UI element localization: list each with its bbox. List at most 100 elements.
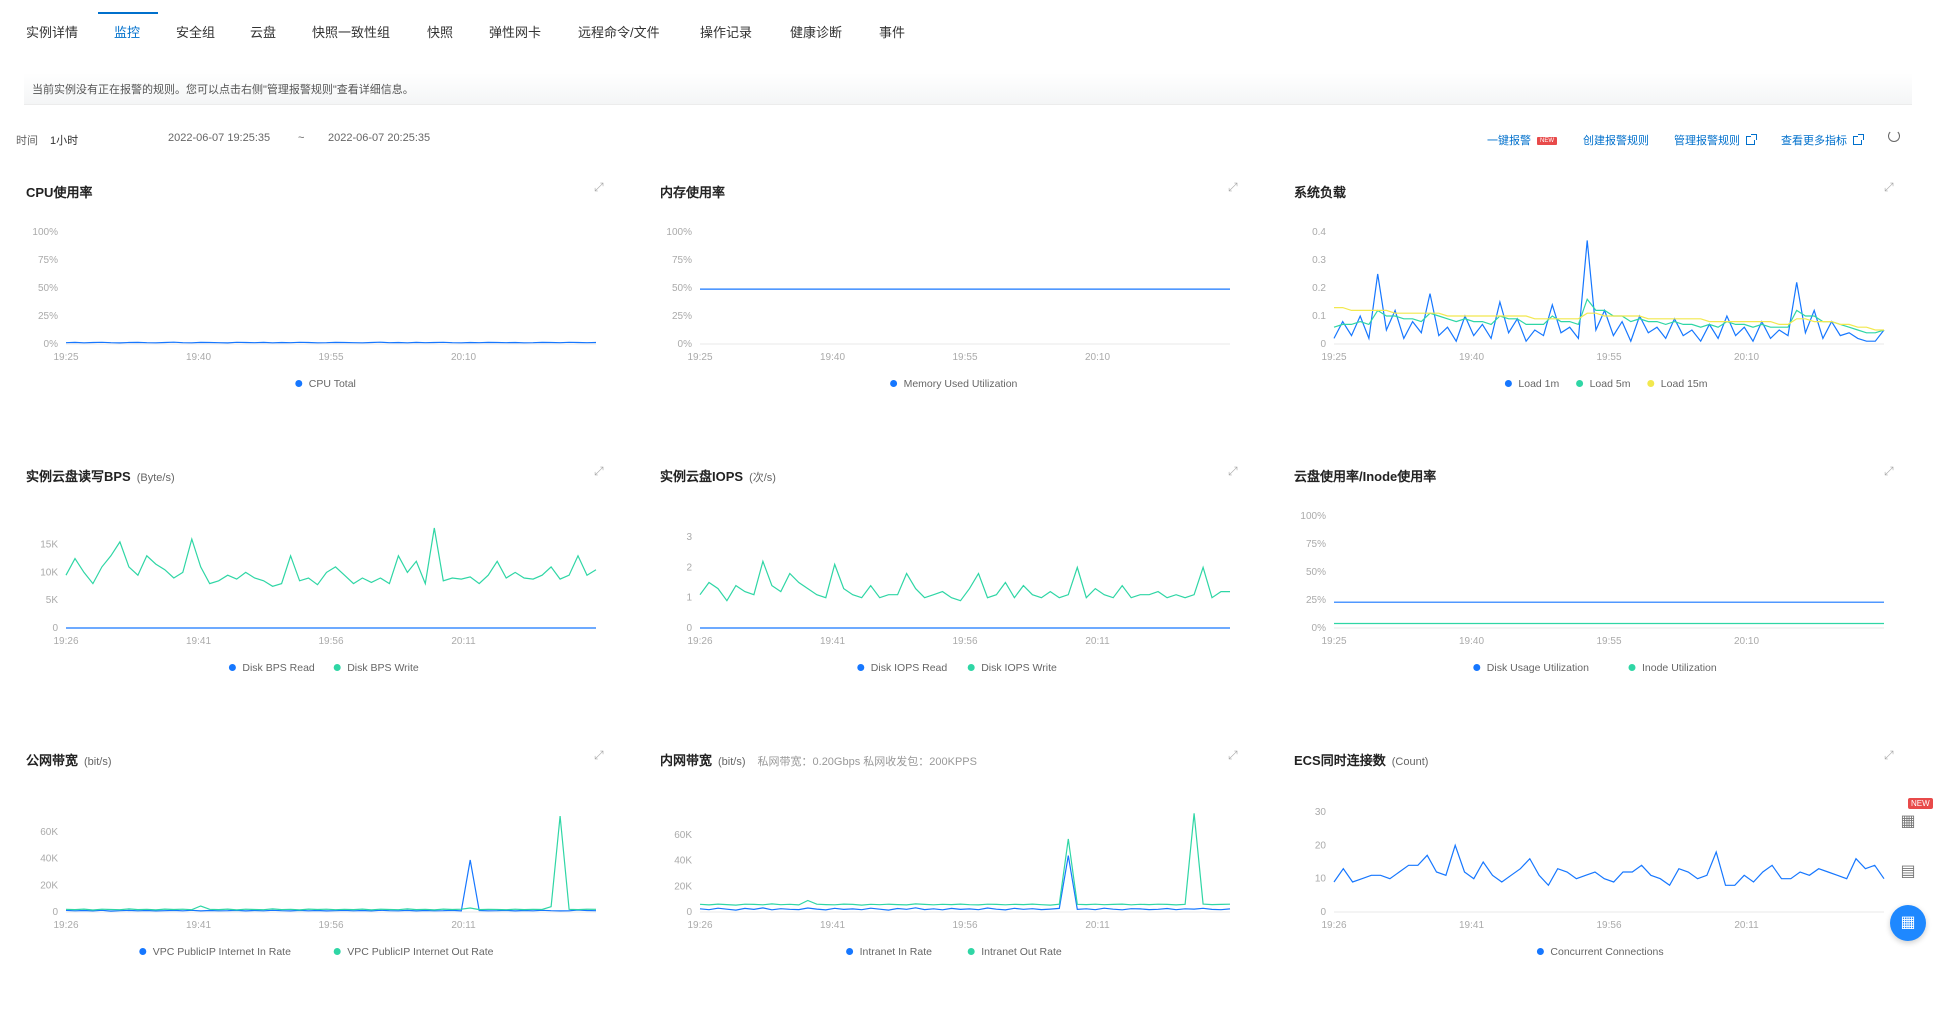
expand-icon[interactable]: ⤢ [1884, 748, 1894, 763]
tab-10[interactable]: 事件 [879, 22, 905, 41]
legend-label[interactable]: Disk IOPS Write [981, 662, 1057, 674]
legend-label[interactable]: Disk Usage Utilization [1487, 662, 1589, 674]
y-tick-label: 40K [40, 854, 58, 865]
y-tick-label: 0% [1312, 623, 1327, 634]
create-rule-link[interactable]: 创建报警规则 [1583, 132, 1649, 148]
chart-svg: 60K 40K 20K 0 19:26 19:41 19:56 20:11 VPC Public… [40, 815, 597, 958]
side-new-badge: NEW [1908, 798, 1933, 809]
x-tick-label: 19:56 [318, 920, 343, 931]
expand-icon[interactable]: ⤢ [594, 748, 604, 763]
chart-title-text: CPU使用率 [26, 185, 93, 200]
x-tick-label: 19:55 [1596, 352, 1621, 363]
chart-title-text: 实例云盘IOPS [660, 469, 744, 484]
chart-unit: (bit/s) [84, 756, 112, 768]
y-tick-label: 75% [38, 255, 58, 266]
tab-5[interactable]: 快照 [427, 22, 453, 41]
y-tick-label: 20 [1315, 840, 1327, 851]
chart-title-text: ECS同时连接数 [1294, 753, 1386, 768]
legend-label[interactable]: Load 15m [1661, 378, 1708, 390]
legend-marker [967, 948, 975, 955]
chart-svg: 60K 40K 20K 0 19:26 19:41 19:56 20:11 Intranet I… [674, 813, 1231, 958]
tab-9[interactable]: 健康诊断 [790, 22, 842, 41]
legend-label[interactable]: Intranet Out Rate [981, 946, 1062, 958]
new-badge: NEW [1537, 137, 1557, 145]
legend-marker [1473, 664, 1481, 671]
y-tick-label: 0 [686, 623, 692, 634]
y-tick-label: 50% [1306, 567, 1326, 578]
legend-label[interactable]: Disk BPS Write [347, 662, 419, 674]
notebook-icon[interactable]: ▦ [1896, 810, 1920, 834]
end-time[interactable]: 2022-06-07 20:25:35 [328, 132, 430, 144]
manage-rule-link[interactable]: 管理报警规则 [1674, 132, 1757, 148]
series-line [699, 559, 1230, 602]
legend-marker [228, 664, 236, 671]
y-tick-label: 0 [52, 623, 58, 634]
legend-label[interactable]: CPU Total [309, 378, 356, 390]
tab-7[interactable]: 远程命令/文件 [578, 22, 660, 41]
legend-marker [333, 948, 341, 955]
legend-label[interactable]: Load 1m [1518, 378, 1559, 390]
chart-panel-disk_usage: 云盘使用率/Inode使用率 ⤢ 100% 75% 50% 25% 0% 19:25 19:40… [1294, 464, 1904, 726]
chart-panel-disk_iops: 实例云盘IOPS (次/s) ⤢ 3 2 1 0 19:26 19:41 19:56 20:11 Di… [660, 464, 1270, 726]
apps-icon[interactable]: ▦ [1890, 905, 1926, 941]
chart-svg: 3 2 1 0 19:26 19:41 19:56 20:11 Disk IOPS Read Di… [686, 532, 1230, 674]
chart-title-text: 内存使用率 [660, 185, 726, 200]
legend-label[interactable]: Intranet In Rate [860, 946, 933, 958]
y-tick-label: 75% [1306, 539, 1326, 550]
y-tick-label: 15K [40, 540, 58, 551]
expand-icon[interactable]: ⤢ [1228, 180, 1238, 195]
legend-marker [967, 664, 975, 671]
expand-icon[interactable]: ⤢ [1884, 464, 1894, 479]
chart-title: 内网带宽 (bit/s) 私网带宽：0.20Gbps 私网收发包：200KPPS [660, 750, 977, 769]
y-tick-label: 50% [38, 283, 58, 294]
y-tick-label: 0 [52, 907, 58, 918]
chart-panel-ecs_conn: ECS同时连接数 (Count) ⤢ 30 20 10 0 19:26 19:41 19:56 20… [1294, 748, 1904, 1010]
expand-icon[interactable]: ⤢ [1228, 464, 1238, 479]
series-line [65, 859, 597, 912]
one-click-alarm-button[interactable]: 一键报警 NEW [1487, 132, 1557, 148]
legend-marker [295, 380, 303, 387]
more-metrics-link[interactable]: 查看更多指标 [1781, 132, 1864, 148]
legend-label[interactable]: VPC PublicIP Internet Out Rate [347, 946, 493, 958]
chart-title: 系统负载 [1294, 182, 1346, 201]
legend-label[interactable]: Disk IOPS Read [871, 662, 948, 674]
y-tick-label: 50% [672, 283, 692, 294]
y-tick-label: 3 [686, 532, 692, 543]
expand-icon[interactable]: ⤢ [1228, 748, 1238, 763]
series-line [699, 855, 1231, 911]
x-tick-label: 19:40 [1459, 352, 1484, 363]
feedback-icon[interactable]: ▤ [1896, 860, 1920, 884]
expand-icon[interactable]: ⤢ [1884, 180, 1894, 195]
start-time[interactable]: 2022-06-07 19:25:35 [168, 132, 270, 144]
x-tick-label: 19:56 [318, 636, 343, 647]
refresh-icon[interactable] [1888, 130, 1900, 142]
tab-1[interactable]: 监控 [114, 22, 140, 41]
legend-label[interactable]: Inode Utilization [1642, 662, 1717, 674]
y-tick-label: 0.3 [1312, 255, 1326, 266]
legend-label[interactable]: Concurrent Connections [1550, 946, 1663, 958]
y-tick-label: 5K [46, 595, 59, 606]
legend-marker [890, 380, 898, 387]
tab-2[interactable]: 安全组 [176, 22, 215, 41]
chart-title-text: 内网带宽 [660, 753, 713, 768]
expand-icon[interactable]: ⤢ [594, 180, 604, 195]
tab-3[interactable]: 云盘 [250, 22, 276, 41]
time-separator: ~ [298, 132, 305, 144]
tab-4[interactable]: 快照一致性组 [312, 22, 390, 41]
legend-label[interactable]: Disk BPS Read [242, 662, 315, 674]
chart-panel-disk_bps: 实例云盘读写BPS (Byte/s) ⤢ 15K 10K 5K 0 19:26 19:41 19:… [26, 464, 636, 726]
x-tick-label: 19:40 [186, 352, 211, 363]
legend-label[interactable]: Load 5m [1590, 378, 1631, 390]
duration-select[interactable]: 1小时 [50, 132, 78, 148]
tab-6[interactable]: 弹性网卡 [489, 22, 541, 41]
tab-0[interactable]: 实例详情 [26, 22, 78, 41]
y-tick-label: 25% [1306, 595, 1326, 606]
y-tick-label: 100% [32, 227, 58, 238]
y-tick-label: 1 [686, 593, 692, 604]
tab-8[interactable]: 操作记录 [700, 22, 752, 41]
legend-label[interactable]: VPC PublicIP Internet In Rate [153, 946, 291, 958]
legend-label[interactable]: Memory Used Utilization [904, 378, 1018, 390]
y-tick-label: 2 [686, 562, 692, 573]
expand-icon[interactable]: ⤢ [594, 464, 604, 479]
x-tick-label: 19:25 [687, 352, 712, 363]
